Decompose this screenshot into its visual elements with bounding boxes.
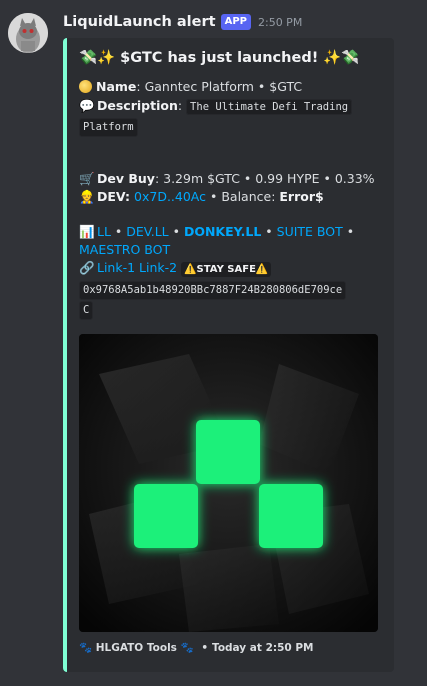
footer-text: HLGATO Tools <box>95 642 177 654</box>
maestro-bot-link[interactable]: MAESTRO BOT <box>79 242 170 257</box>
embed-title: 💸✨ $GTC has just launched! ✨💸 <box>79 50 360 66</box>
description-value-cont: Platform <box>79 118 138 137</box>
dev-line: 👷 DEV: 0x7D..40Ac • Balance: Error$ <box>79 188 324 206</box>
token-logo-image[interactable] <box>79 334 378 632</box>
stay-safe-badge: ⚠️STAY SAFE⚠️ <box>181 262 272 277</box>
dev-label: DEV: <box>97 189 131 204</box>
description-label: Description <box>97 98 178 113</box>
link-2[interactable]: Link-2 <box>139 260 177 275</box>
balance-value: Error$ <box>279 189 324 204</box>
speech-balloon-icon: 💬 <box>79 98 95 113</box>
message-timestamp[interactable]: 2:50 PM <box>258 16 302 29</box>
warning-icon: ⚠️ <box>255 264 269 275</box>
embed-footer: 🐾 HLGATO Tools 🐾 • Today at 2:50 PM <box>79 642 314 654</box>
contract-address-cont[interactable]: C <box>79 301 94 320</box>
paw-prints-icon: 🐾 <box>180 642 194 654</box>
dev-buy-label: Dev Buy <box>97 171 155 186</box>
message-header: LiquidLaunch alert APP 2:50 PM <box>63 14 302 30</box>
coin-icon <box>79 80 92 93</box>
description-value: The Ultimate Defi Trading <box>186 99 353 115</box>
launch-embed: 💸✨ $GTC has just launched! ✨💸 Name: Gann… <box>63 38 394 672</box>
links-row-2: MAESTRO BOT <box>79 241 170 259</box>
links-row-3: 🔗 Link-1 Link-2 ⚠️STAY SAFE⚠️ <box>79 259 272 277</box>
construction-worker-icon: 👷 <box>79 189 95 204</box>
shopping-cart-icon: 🛒 <box>79 171 95 186</box>
link-icon: 🔗 <box>79 260 95 275</box>
donkey-ll-link[interactable]: DONKEY.LL <box>184 224 261 239</box>
contract-address[interactable]: 0x9768A5ab1b48920BBc7887F24B280806dE709c… <box>79 281 347 300</box>
paw-prints-icon: 🐾 <box>79 642 93 654</box>
links-row-1: 📊 LL • DEV.LL • DONKEY.LL • SUITE BOT • <box>79 224 355 239</box>
balance-label: • Balance: <box>206 189 280 204</box>
hyperliquid-logo-icon <box>79 334 378 632</box>
name-label: Name <box>96 79 137 94</box>
cat-avatar-icon <box>8 13 48 53</box>
description-line: 💬 Description: The Ultimate Defi Trading <box>79 97 353 116</box>
suite-bot-link[interactable]: SUITE BOT <box>277 224 343 239</box>
warning-icon: ⚠️ <box>184 264 197 275</box>
author-name[interactable]: LiquidLaunch alert <box>63 14 216 30</box>
dev-ll-link[interactable]: DEV.LL <box>126 224 168 239</box>
name-line: Name: Ganntec Platform • $GTC <box>79 78 302 96</box>
app-badge: APP <box>220 14 251 30</box>
dev-address-link[interactable]: 0x7D..40Ac <box>134 189 206 204</box>
name-value: : Ganntec Platform • $GTC <box>136 79 303 94</box>
bar-chart-icon: 📊 <box>79 224 95 239</box>
link-1[interactable]: Link-1 <box>97 260 135 275</box>
footer-time: Today at 2:50 PM <box>212 642 314 654</box>
dev-buy-line: 🛒 Dev Buy: 3.29m $GTC • 0.99 HYPE • 0.33% <box>79 170 375 188</box>
dev-buy-value: : 3.29m $GTC • 0.99 HYPE • 0.33% <box>154 171 375 186</box>
ll-link[interactable]: LL <box>97 224 111 239</box>
bot-avatar[interactable] <box>8 13 48 53</box>
